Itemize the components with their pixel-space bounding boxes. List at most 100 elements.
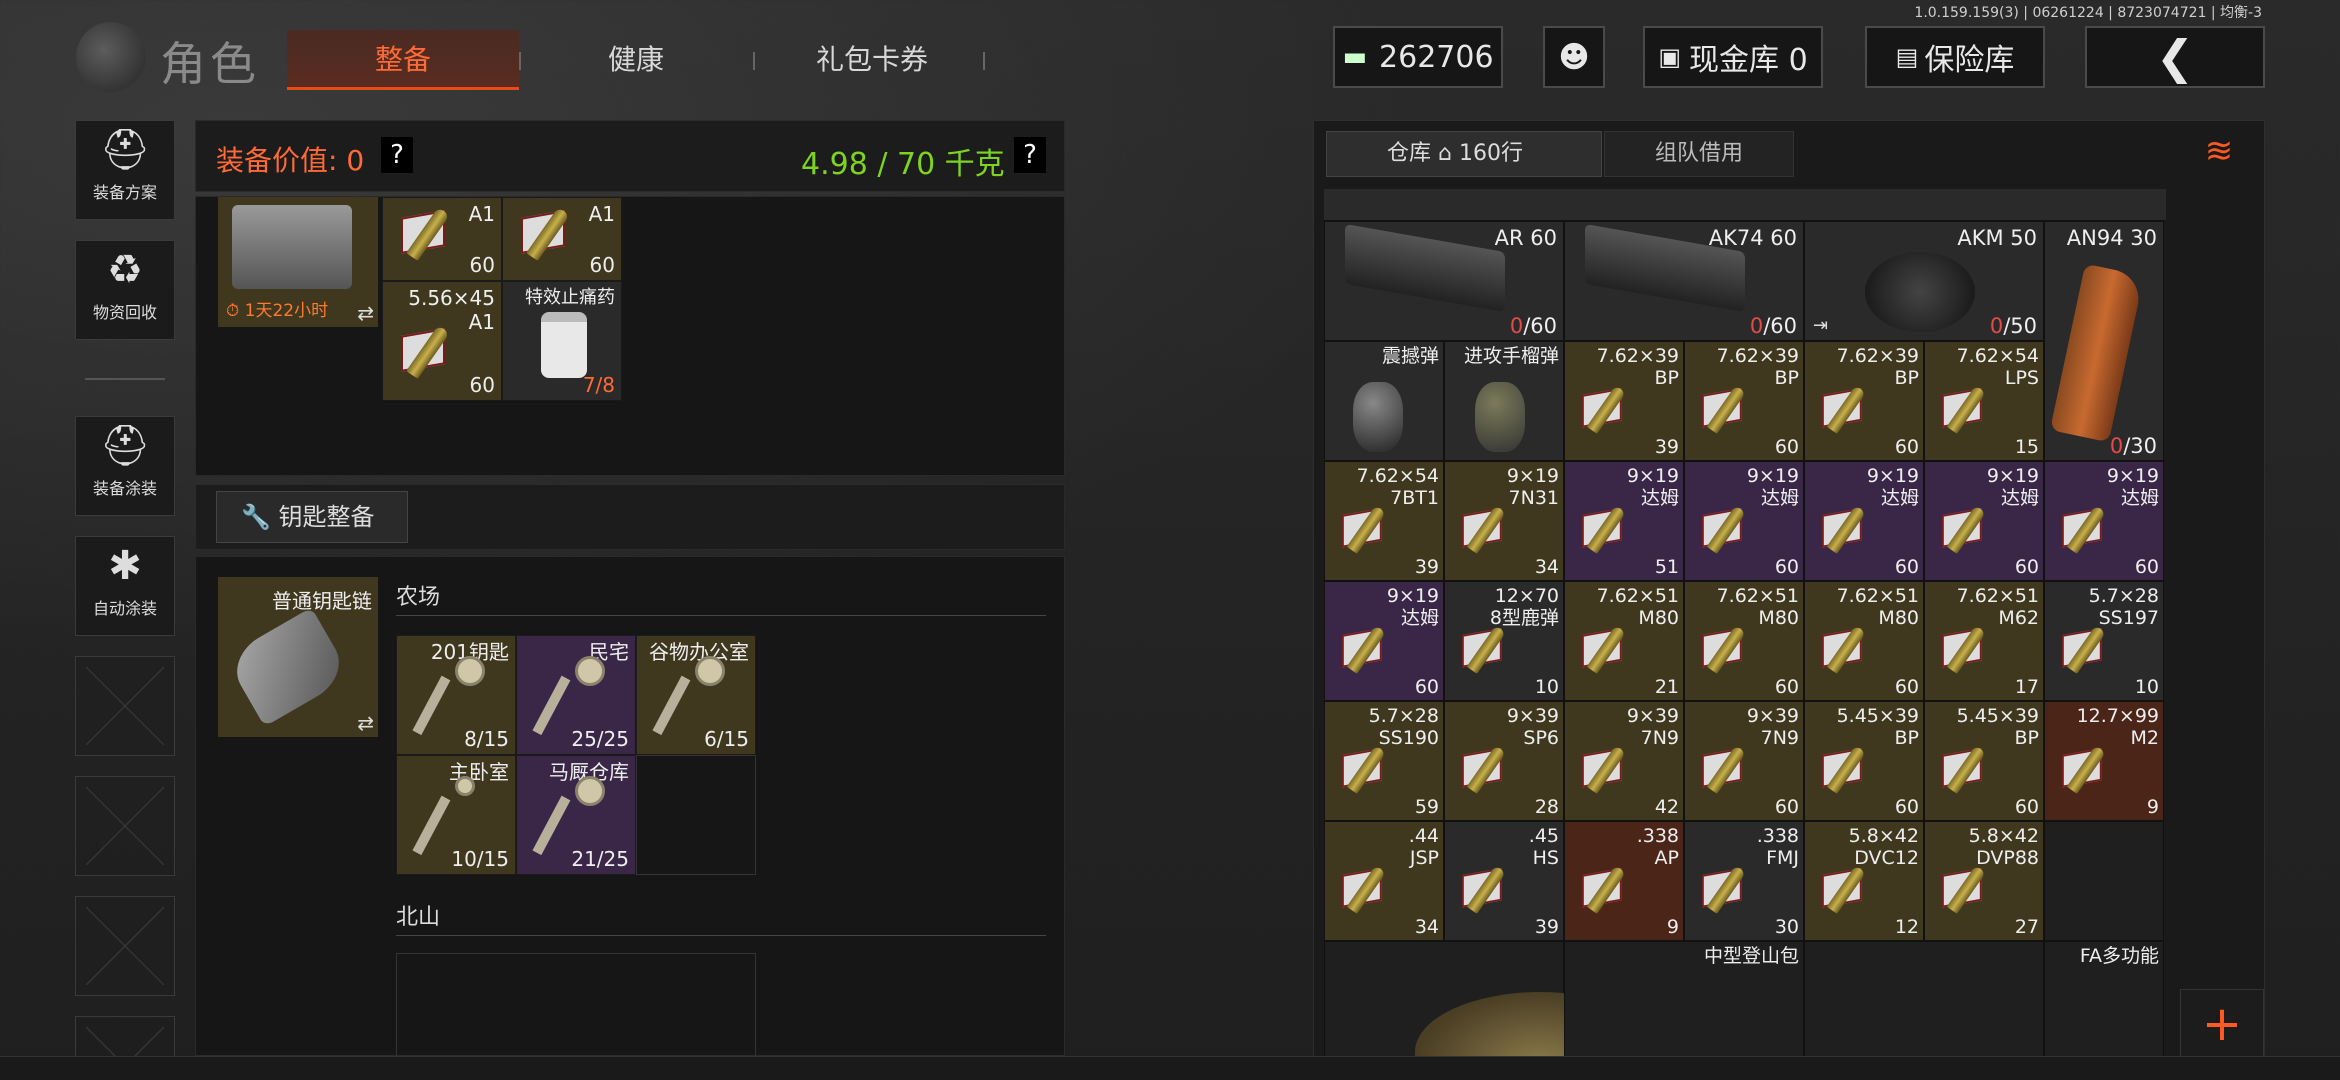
key-slot[interactable]: 主卧室 10/15: [396, 755, 516, 875]
ammo-item[interactable]: 9×19 达姆 60: [1924, 461, 2044, 581]
ammo-item[interactable]: .338 FMJ 30: [1684, 821, 1804, 941]
tab-health[interactable]: 健康: [519, 30, 753, 90]
empty-cell[interactable]: [1804, 941, 2044, 1059]
ammo-item[interactable]: 7.62×54 7BT1 39: [1324, 461, 1444, 581]
ammo-item[interactable]: 9×39 SP6 28: [1444, 701, 1564, 821]
add-button[interactable]: +: [2180, 989, 2264, 1059]
inventory-slot[interactable]: A1 60: [502, 197, 622, 281]
ammo-icon: [1942, 744, 1996, 794]
item-count: 0/60: [1750, 314, 1797, 338]
magazine-item[interactable]: AR 60 0/60: [1324, 221, 1564, 341]
key-slot[interactable]: 201钥匙 8/15: [396, 635, 516, 755]
insurance-button[interactable]: ▤ 保险库: [1865, 26, 2045, 88]
key-slot-empty[interactable]: [636, 755, 756, 875]
ammo-item[interactable]: 9×19 达姆 60: [1684, 461, 1804, 581]
ammo-item[interactable]: 12.7×99 M2 9: [2044, 701, 2164, 821]
grenade-item[interactable]: 震撼弹: [1324, 341, 1444, 461]
backpack-item[interactable]: 中型登山包: [1564, 941, 1804, 1059]
ammo-item[interactable]: 7.62×51 M62 17: [1924, 581, 2044, 701]
magazine-item[interactable]: AK74 60 0/60: [1564, 221, 1804, 341]
weight-help-button[interactable]: ?: [1014, 137, 1046, 173]
ammo-item[interactable]: 5.7×28 SS190 59: [1324, 701, 1444, 821]
ammo-item[interactable]: .45 HS 39: [1444, 821, 1564, 941]
ammo-item[interactable]: .338 AP 9: [1564, 821, 1684, 941]
ammo-item[interactable]: 7.62×39 BP 39: [1564, 341, 1684, 461]
item-name: 7.62×51 M80: [1716, 585, 1799, 629]
key-slot-empty[interactable]: [396, 953, 756, 1057]
ammo-item[interactable]: 9×39 7N9 60: [1684, 701, 1804, 821]
item-count: 0/60: [1510, 314, 1557, 338]
ammo-item[interactable]: 7.62×51 M80 60: [1804, 581, 1924, 701]
item-count: 60: [469, 253, 495, 277]
agent-button[interactable]: ☻: [1543, 26, 1605, 88]
key-uses: 21/25: [571, 847, 629, 871]
key-loadout-button[interactable]: 🔧 钥匙整备: [216, 491, 408, 543]
empty-cell[interactable]: [1324, 941, 1665, 1059]
ammo-item[interactable]: .44 JSP 34: [1324, 821, 1444, 941]
item-count: 9: [2146, 796, 2159, 818]
item-count: 0/50: [1990, 314, 2037, 338]
ammo-item[interactable]: 9×19 7N31 34: [1444, 461, 1564, 581]
multitool-item[interactable]: FA多功能: [2044, 941, 2164, 1059]
ammo-item[interactable]: 9×19 达姆 60: [2044, 461, 2164, 581]
magazine-item[interactable]: AKM 50 0/50 ⇥: [1804, 221, 2044, 341]
ammo-item[interactable]: 7.62×51 M80 21: [1564, 581, 1684, 701]
money-display[interactable]: ▬ 262706: [1333, 26, 1503, 88]
ammo-item[interactable]: 5.45×39 BP 60: [1804, 701, 1924, 821]
ammo-icon: [401, 206, 461, 261]
ammo-item[interactable]: 7.62×51 M80 60: [1684, 581, 1804, 701]
ammo-item[interactable]: 7.62×39 BP 60: [1684, 341, 1804, 461]
key-icon: [412, 776, 487, 856]
warehouse-tab[interactable]: 仓库 ⌂ 160行: [1326, 131, 1602, 177]
ammo-item[interactable]: 5.45×39 BP 60: [1924, 701, 2044, 821]
sidebar-item-auto-skin[interactable]: ✱ 自动涂装: [75, 536, 175, 636]
ammo-item[interactable]: 9×39 7N9 42: [1564, 701, 1684, 821]
item-count: 15: [2014, 436, 2039, 458]
ammo-item[interactable]: 9×19 达姆 60: [1324, 581, 1444, 701]
cash-stack-icon: ▬: [1342, 42, 1368, 72]
inventory-slot[interactable]: 特效止痛药 7/8: [502, 281, 622, 401]
key-slot[interactable]: 谷物办公室 6/15: [636, 635, 756, 755]
ammo-icon: [1342, 504, 1396, 554]
container-case[interactable]: ⏱ 1天22小时 ⇄: [218, 197, 378, 327]
ammo-icon: [1942, 624, 1996, 674]
sidebar-item-recycle[interactable]: ♻ 物资回收: [75, 240, 175, 340]
magazine-item[interactable]: AN94 30 0/30: [2044, 221, 2164, 461]
count-current: 0: [1749, 314, 1764, 338]
ammo-icon: [1342, 744, 1396, 794]
equip-value-help-button[interactable]: ?: [381, 137, 413, 173]
item-name: 5.45×39 BP: [1836, 705, 1919, 749]
tab-equip[interactable]: 整备: [287, 30, 519, 90]
cash-store-button[interactable]: ▣ 现金库 0: [1643, 26, 1823, 88]
ammo-item[interactable]: 9×19 达姆 60: [1804, 461, 1924, 581]
empty-cell[interactable]: [2044, 821, 2164, 941]
count-max: /60: [1763, 314, 1797, 338]
key-slot[interactable]: 马厩仓库 21/25: [516, 755, 636, 875]
inventory-slot[interactable]: 5.56×45 A1 60: [382, 281, 502, 401]
key-group-label: 农场: [396, 585, 441, 610]
ammo-item[interactable]: 5.8×42 DVP88 27: [1924, 821, 2044, 941]
grenade-item[interactable]: 进攻手榴弹: [1444, 341, 1564, 461]
ammo-item[interactable]: 12×70 8型鹿弹 10: [1444, 581, 1564, 701]
ammo-item[interactable]: 5.8×42 DVC12 12: [1804, 821, 1924, 941]
team-borrow-tab[interactable]: 组队借用: [1604, 131, 1794, 177]
warehouse-tab-label: 仓库: [1387, 141, 1432, 166]
ammo-icon: [1462, 864, 1516, 914]
back-button[interactable]: ❮: [2085, 26, 2265, 88]
ammo-item[interactable]: 7.62×39 BP 60: [1804, 341, 1924, 461]
keychain-name: 普通钥匙链: [272, 589, 372, 613]
item-count: 60: [1894, 796, 1919, 818]
top-tabs: 整备 健康 礼包卡券: [287, 30, 1007, 90]
ammo-item[interactable]: 5.7×28 SS197 10: [2044, 581, 2164, 701]
item-count: 17: [2014, 676, 2039, 698]
sort-stack-button[interactable]: ≋: [2194, 131, 2244, 177]
ammo-item[interactable]: 7.62×54 LPS 15: [1924, 341, 2044, 461]
key-slot[interactable]: 民宅 25/25: [516, 635, 636, 755]
inventory-slot[interactable]: A1 60: [382, 197, 502, 281]
keychain-slot[interactable]: 普通钥匙链 ⇄: [218, 577, 378, 737]
sidebar-item-skin[interactable]: ⛑ 装备涂装: [75, 416, 175, 516]
sidebar-item-loadout[interactable]: ⛑ 装备方案: [75, 120, 175, 220]
item-name: 7.62×51 M80: [1596, 585, 1679, 629]
ammo-item[interactable]: 9×19 达姆 51: [1564, 461, 1684, 581]
tab-gift-cards[interactable]: 礼包卡券: [755, 30, 989, 90]
